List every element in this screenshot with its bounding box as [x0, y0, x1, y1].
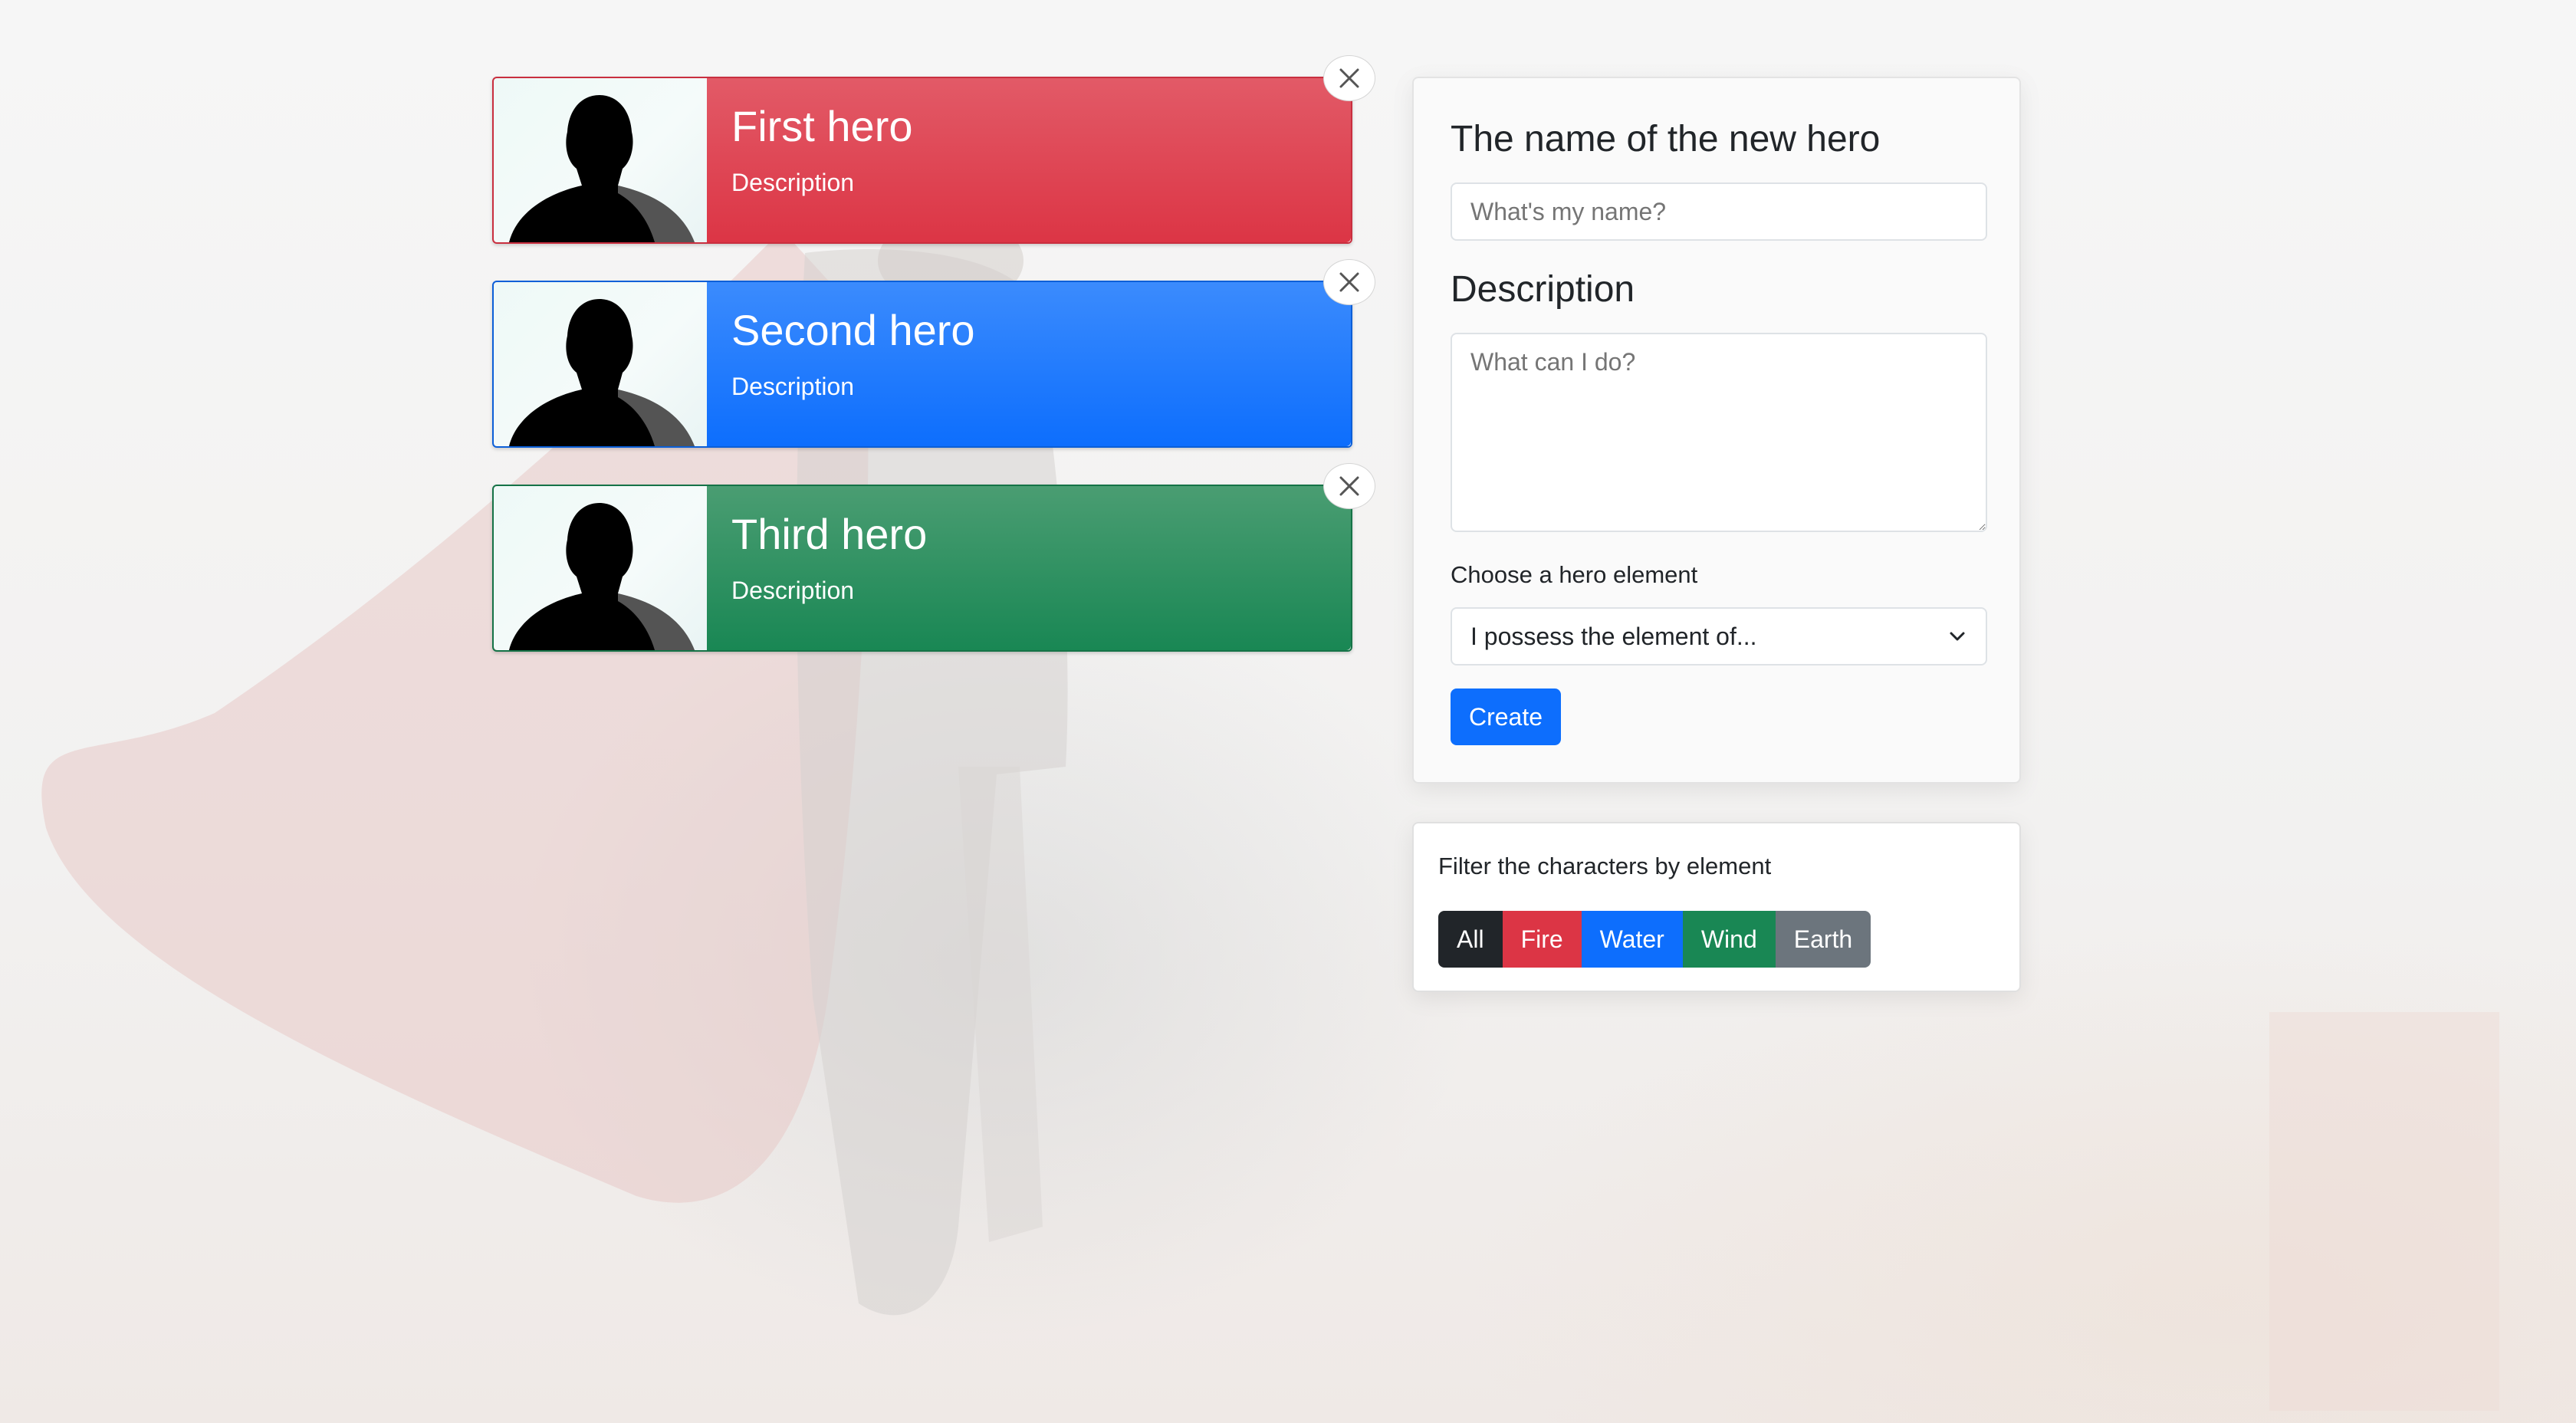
hero-name: Second hero	[731, 306, 975, 354]
new-hero-form: The name of the new hero Description Cho…	[1412, 77, 2021, 784]
filter-label: Filter the characters by element	[1438, 853, 1772, 879]
chevron-down-icon	[1950, 632, 1965, 641]
hero-card-body: Second hero Description	[707, 282, 1351, 446]
close-icon	[1339, 68, 1359, 88]
hero-avatar	[494, 282, 707, 446]
hero-description: Description	[731, 169, 855, 196]
hero-name-input[interactable]	[1451, 182, 1987, 241]
delete-hero-button[interactable]	[1323, 463, 1375, 509]
hero-description: Description	[731, 373, 855, 400]
filter-earth-button[interactable]: Earth	[1775, 911, 1871, 968]
close-icon	[1339, 272, 1359, 292]
create-button[interactable]: Create	[1451, 688, 1561, 745]
hero-name: Third hero	[731, 510, 928, 558]
description-heading: Description	[1451, 269, 1635, 310]
hero-card: First hero Description	[492, 55, 1375, 244]
filter-panel: Filter the characters by element All Fir…	[1412, 822, 2021, 992]
element-select[interactable]: I possess the element of...	[1451, 607, 1987, 665]
delete-hero-button[interactable]	[1323, 259, 1375, 305]
element-select-value: I possess the element of...	[1470, 622, 1757, 650]
hero-card: Second hero Description	[492, 259, 1375, 448]
element-filter-group: All Fire Water Wind Earth	[1438, 911, 1871, 968]
hero-card-body: First hero Description	[707, 78, 1351, 242]
hero-avatar	[494, 78, 707, 242]
name-heading: The name of the new hero	[1451, 119, 1881, 159]
filter-water-button[interactable]: Water	[1581, 911, 1683, 968]
close-icon	[1339, 476, 1359, 496]
delete-hero-button[interactable]	[1323, 55, 1375, 101]
element-label: Choose a hero element	[1451, 561, 1698, 588]
hero-name: First hero	[731, 102, 913, 150]
filter-all-button[interactable]: All	[1438, 911, 1503, 968]
filter-fire-button[interactable]: Fire	[1502, 911, 1582, 968]
hero-card-body: Third hero Description	[707, 486, 1351, 650]
hero-avatar	[494, 486, 707, 650]
filter-wind-button[interactable]: Wind	[1682, 911, 1776, 968]
hero-description: Description	[731, 577, 855, 604]
hero-description-textarea[interactable]	[1451, 333, 1987, 532]
hero-card: Third hero Description	[492, 463, 1375, 652]
